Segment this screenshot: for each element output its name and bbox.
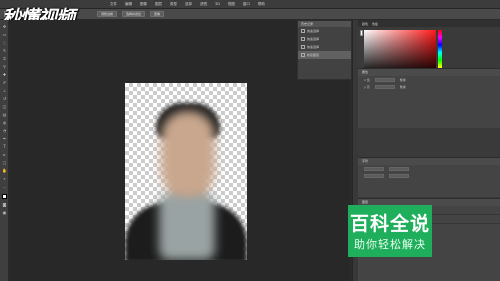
menu-item[interactable]: 编辑 [125,2,132,7]
shape-tool-icon[interactable]: ▢ [2,160,7,165]
font-row [358,165,500,172]
pen-tool-icon[interactable]: ✒ [2,136,7,141]
menu-item[interactable]: 图像 [140,2,147,7]
tab-swatches[interactable]: 色板 [372,22,378,26]
quick-select-tool-icon[interactable]: ✎ [2,48,7,53]
healing-tool-icon[interactable]: ✚ [2,72,7,77]
stamp-tool-icon[interactable]: ⊥ [2,88,7,93]
history-panel: 历史记录 快速选择 快速选择 快速选择 新建图层 [297,20,352,80]
character-panel: 字符 [358,157,500,197]
prop-row: y 高像素 [364,84,406,89]
marquee-tool-icon[interactable]: ▭ [2,32,7,37]
color-panel-tabs: 颜色 色板 [358,20,500,27]
screen-mode-icon[interactable]: ▣ [2,210,7,215]
menu-item[interactable]: 视图 [228,2,235,7]
width-field[interactable] [374,77,395,82]
photo-collar [159,193,215,260]
move-tool-icon[interactable]: ✥ [2,24,7,29]
history-brush-icon[interactable]: ↺ [2,96,7,101]
history-item[interactable]: 快速选择 [298,43,351,51]
options-bar: 调整边缘 选择并遮住 查看 [0,9,500,20]
tracking-field[interactable] [389,173,409,178]
menu-item[interactable]: 3D [215,2,220,6]
menu-item[interactable]: 类型 [170,2,177,7]
size-field[interactable] [389,166,409,171]
blur-tool-icon[interactable]: ◍ [2,120,7,125]
more-tools-icon[interactable]: … [2,184,7,189]
path-select-icon[interactable]: ▸ [2,152,7,157]
baike-watermark-badge: 百科全说 助你轻松解决 [348,205,432,257]
font-field[interactable] [364,166,384,171]
gradient-tool-icon[interactable]: ▤ [2,112,7,117]
history-step-icon [301,37,305,41]
refine-edge-button[interactable]: 调整边缘 [97,11,118,17]
history-step-icon [301,53,305,57]
foreground-color-swatch[interactable] [2,194,7,199]
eyedropper-tool-icon[interactable]: ⚲ [2,64,7,69]
leading-field[interactable] [364,173,384,178]
history-item-active[interactable]: 新建图层 [298,51,351,59]
quick-mask-icon[interactable]: ◙ [2,202,7,207]
properties-title: 属性 [358,69,500,76]
prop-row: x 宽像素 [364,77,406,82]
height-field[interactable] [374,84,395,89]
zoom-tool-icon[interactable]: ⌕ [2,176,7,181]
badge-title: 百科全说 [349,213,430,235]
spacing-row [358,172,500,179]
photo-face-blurred [161,111,215,195]
dodge-tool-icon[interactable]: ◔ [2,128,7,133]
tab-color[interactable]: 颜色 [362,22,368,26]
history-step-icon [301,29,305,33]
image-canvas[interactable] [125,83,247,260]
menu-item[interactable]: 滤镜 [200,2,207,7]
fg-bg-swatch[interactable] [360,30,363,36]
menu-item[interactable]: 窗口 [243,2,250,7]
history-item[interactable]: 快速选择 [298,35,351,43]
history-step-icon [301,45,305,49]
character-title: 字符 [358,158,500,165]
properties-panel: 属性 x 宽像素 y 高像素 [358,68,500,128]
badge-subtitle: 助你轻松解决 [354,238,426,251]
view-button[interactable]: 查看 [150,11,165,17]
brush-tool-icon[interactable]: ✐ [2,80,7,85]
eraser-tool-icon[interactable]: ◫ [2,104,7,109]
crop-tool-icon[interactable]: ⌗ [2,56,7,61]
menu-item[interactable]: 帮助 [258,2,265,7]
select-and-mask-button[interactable]: 选择并遮住 [122,11,146,17]
history-item[interactable]: 快速选择 [298,27,351,35]
menu-item[interactable]: 图层 [155,2,162,7]
menu-bar: 文件 编辑 图像 图层 类型 选择 滤镜 3D 视图 窗口 帮助 [0,0,500,9]
tools-panel: ✥ ▭ ◌ ✎ ⌗ ⚲ ✚ ✐ ⊥ ↺ ◫ ▤ ◍ ◔ ✒ T ▸ ▢ ✋ ⌕ … [0,20,9,281]
menu-item[interactable]: 选择 [185,2,192,7]
lasso-tool-icon[interactable]: ◌ [2,40,7,45]
menu-item[interactable]: 文件 [110,2,117,7]
hand-tool-icon[interactable]: ✋ [2,168,7,173]
type-tool-icon[interactable]: T [2,144,7,149]
